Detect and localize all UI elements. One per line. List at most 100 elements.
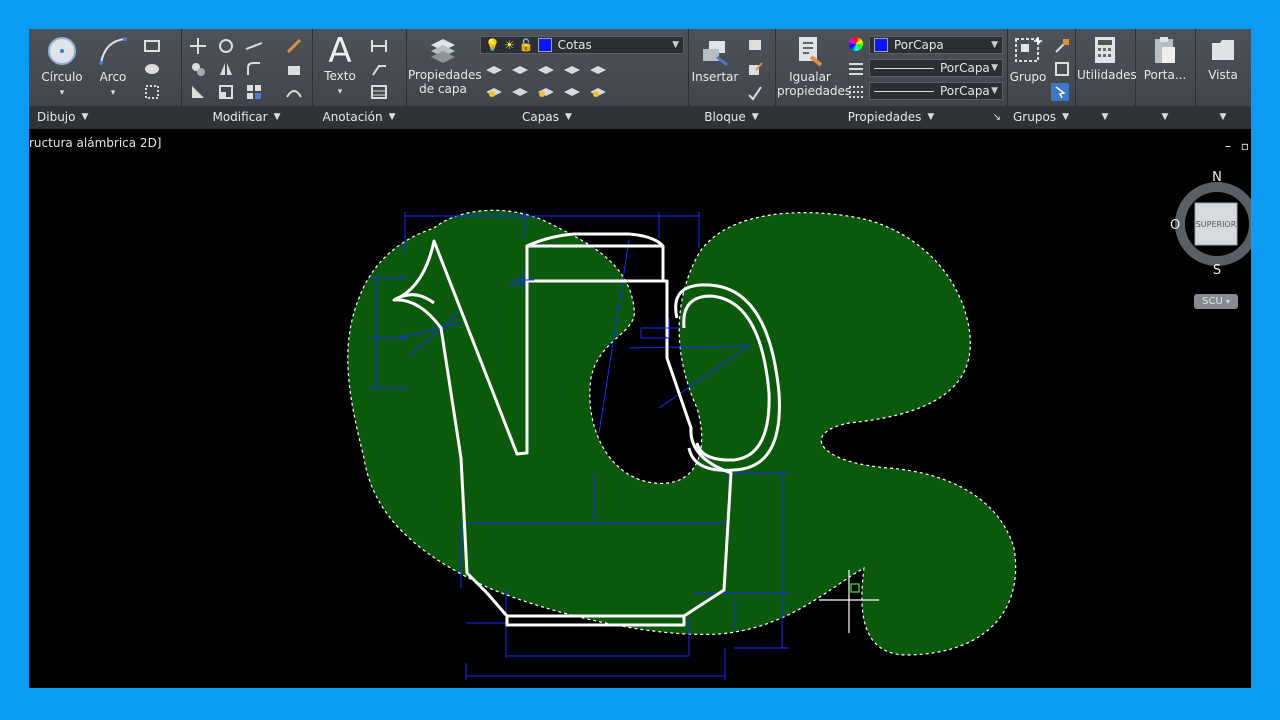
panel-propiedades-footer[interactable]: Propiedades ▼ ↘ <box>775 106 1007 128</box>
panel-portapapeles: Porta... ▼ <box>1135 29 1196 128</box>
panel-modificar: Modificar ▼ <box>181 29 313 128</box>
layer-tool-icons[interactable] <box>484 62 684 104</box>
linetype-line <box>874 67 934 69</box>
panel-utilidades-footer[interactable]: ▼ <box>1075 106 1135 128</box>
group-icon <box>1015 37 1042 62</box>
wcs-label: SCU <box>1202 296 1223 307</box>
dibujo-panel-label: Dibujo <box>37 110 76 124</box>
hatch-icon[interactable] <box>143 60 161 78</box>
view-folder-icon <box>1212 40 1234 60</box>
layer-dropdown[interactable]: 💡 ☀ 🔓 Cotas ▼ <box>480 36 684 54</box>
dimension-icon[interactable] <box>370 37 388 55</box>
current-layer-name: Cotas <box>557 38 592 52</box>
group-edit-icon[interactable] <box>1053 60 1071 78</box>
panel-vista-footer[interactable]: ▼ <box>1195 106 1251 128</box>
circle-label: Círculo <box>41 70 83 84</box>
panel-vista: Vista ▼ <box>1195 29 1251 128</box>
compass-south[interactable]: S <box>1213 263 1221 278</box>
panel-anotacion-footer[interactable]: Anotación ▼ <box>312 106 406 128</box>
color-wheel-icon <box>849 37 863 51</box>
stretch-icon[interactable] <box>189 83 207 101</box>
layer-properties-label-1: Propiedades <box>408 68 482 82</box>
utilities-label: Utilidades <box>1077 68 1137 82</box>
fillet-icon[interactable] <box>245 60 263 78</box>
clipboard-tool[interactable]: Porta... <box>1137 35 1193 82</box>
view-tool[interactable]: Vista <box>1197 35 1249 82</box>
arc-tool[interactable]: Arco ▾ <box>93 35 133 98</box>
ribbon: Círculo ▾ Arco ▾ Dibujo ▼ Modificar ▼ A … <box>29 29 1251 129</box>
viewcube-face-label: SUPERIOR <box>1196 220 1237 229</box>
region-icon[interactable] <box>143 83 161 101</box>
match-properties-label-1: Igualar <box>789 70 831 84</box>
lightbulb-icon: 💡 <box>485 38 500 52</box>
panel-portapapeles-footer[interactable]: ▼ <box>1135 106 1195 128</box>
panel-dibujo-footer[interactable]: Dibujo ▼ <box>29 106 181 128</box>
attribute-icon[interactable] <box>746 83 764 101</box>
modificar-panel-label: Modificar <box>212 110 268 124</box>
panel-propiedades: Igualar propiedades PorCapa ▼ PorCapa ▼ … <box>775 29 1008 128</box>
group-selection-icon[interactable] <box>1051 83 1069 101</box>
rotate-icon[interactable] <box>217 37 235 55</box>
text-icon: A <box>328 31 352 71</box>
bloque-panel-label: Bloque <box>704 110 746 124</box>
array-icon[interactable] <box>245 83 263 101</box>
insert-block-tool[interactable]: Insertar <box>690 37 740 84</box>
panel-anotacion: A Texto ▾ Anotación ▼ <box>312 29 407 128</box>
circle-tool[interactable]: Círculo ▾ <box>39 35 85 98</box>
copy-icon[interactable] <box>189 60 207 78</box>
mirror-icon[interactable] <box>217 60 235 78</box>
group-label: Grupo <box>1009 70 1047 84</box>
move-icon[interactable] <box>189 37 207 55</box>
group-tool[interactable]: Grupo <box>1009 35 1047 84</box>
color-swatch <box>874 38 888 52</box>
panel-utilidades: Utilidades ▼ <box>1075 29 1137 128</box>
color-value: PorCapa <box>894 38 944 52</box>
clipboard-label: Porta... <box>1143 68 1187 82</box>
offset-icon[interactable] <box>285 83 303 101</box>
panel-modificar-footer[interactable]: Modificar ▼ <box>181 106 312 128</box>
arc-label: Arco <box>99 70 127 84</box>
layer-properties-tool[interactable]: Propiedades de capa <box>408 35 482 96</box>
edit-block-icon[interactable] <box>746 60 764 78</box>
panel-bloque: Insertar Bloque ▼ <box>688 29 776 128</box>
calculator-icon <box>1095 37 1115 63</box>
table-icon[interactable] <box>370 83 388 101</box>
erase-icon[interactable] <box>285 37 303 55</box>
text-tool[interactable]: A Texto ▾ <box>320 33 360 97</box>
leader-icon[interactable] <box>370 60 388 78</box>
panel-bloque-footer[interactable]: Bloque ▼ <box>688 106 775 128</box>
rectangle-icon[interactable] <box>143 37 161 55</box>
wcs-menu[interactable]: SCU ▾ <box>1194 294 1238 309</box>
create-block-icon[interactable] <box>746 37 764 55</box>
linetype-icon <box>849 63 863 75</box>
scale-icon[interactable] <box>217 83 235 101</box>
ungroup-icon[interactable] <box>1053 37 1071 55</box>
dialog-launcher-icon[interactable]: ↘ <box>993 112 1001 123</box>
match-properties-label-2: propiedades <box>777 84 852 98</box>
panel-dibujo: Círculo ▾ Arco ▾ Dibujo ▼ <box>29 29 182 128</box>
linetype-dropdown[interactable]: PorCapa ▼ <box>869 59 1003 77</box>
propiedades-panel-label: Propiedades <box>847 110 922 124</box>
linetype-value: PorCapa <box>940 61 990 75</box>
capas-panel-label: Capas <box>522 110 560 124</box>
grupos-panel-label: Grupos <box>1013 110 1057 124</box>
viewcube[interactable]: SUPERIOR N S O <box>1167 169 1251 289</box>
drawing-canvas[interactable] <box>29 128 1251 688</box>
match-properties-tool[interactable]: Igualar propiedades <box>777 35 852 98</box>
lineweight-value: PorCapa <box>940 84 990 98</box>
panel-capas-footer[interactable]: Capas ▼ <box>406 106 688 128</box>
text-label: Texto <box>324 69 356 83</box>
lineweight-dropdown[interactable]: PorCapa ▼ <box>869 82 1003 100</box>
unlock-icon: 🔓 <box>518 38 534 52</box>
layer-properties-label-2: de capa <box>419 82 467 96</box>
compass-west[interactable]: O <box>1170 218 1180 233</box>
color-dropdown[interactable]: PorCapa ▼ <box>869 36 1003 54</box>
explode-icon[interactable] <box>285 60 303 78</box>
trim-icon[interactable] <box>245 37 263 55</box>
view-label: Vista <box>1208 68 1238 82</box>
lineweight-icon <box>849 86 863 98</box>
utilities-tool[interactable]: Utilidades <box>1077 35 1137 82</box>
panel-grupos-footer[interactable]: Grupos ▼ <box>1007 106 1075 128</box>
panel-capas: Propiedades de capa 💡 ☀ 🔓 Cotas ▼ Capas … <box>406 29 689 128</box>
compass-north[interactable]: N <box>1212 170 1222 185</box>
